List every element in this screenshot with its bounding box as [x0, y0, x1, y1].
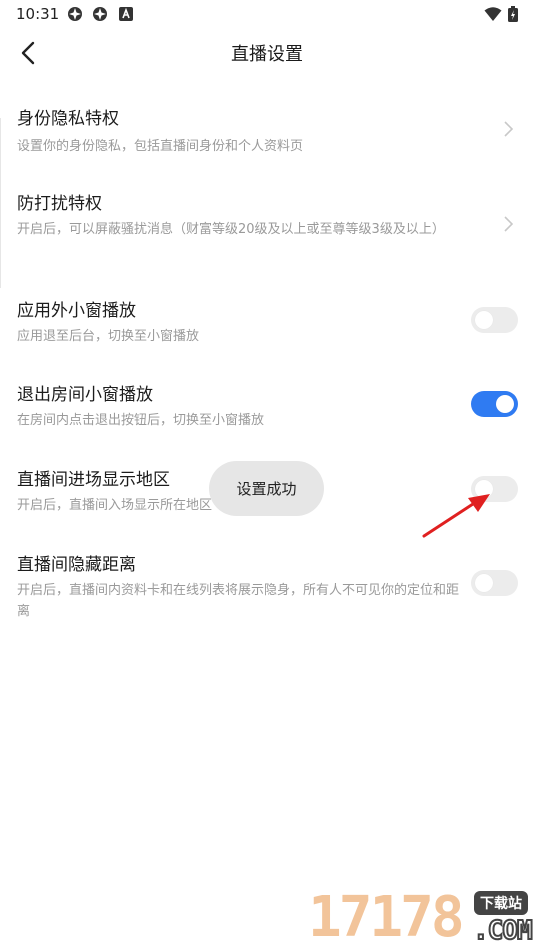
setting-title: 身份隐私特权: [17, 109, 119, 129]
toggle-knob: [475, 311, 493, 329]
page-title: 直播设置: [231, 44, 303, 65]
setting-description: 应用退至后台，切换至小窗播放: [17, 329, 200, 344]
setting-out-of-app-mini-window: 应用外小窗播放 应用退至后台，切换至小窗播放: [0, 292, 534, 352]
hide-distance-toggle[interactable]: [471, 570, 518, 596]
status-time: 10:31: [16, 5, 60, 23]
watermark-badge: 下载站: [474, 891, 528, 915]
watermark-logo: 17178 下载站 .COM: [308, 885, 534, 950]
setting-do-not-disturb[interactable]: 防打扰特权 开启后，可以屏蔽骚扰消息（财富等级20级及以上或至尊等级3级及以上）: [0, 185, 534, 265]
chevron-right-icon: [504, 121, 514, 137]
nav-bar: 直播设置: [0, 28, 534, 76]
setting-description: 设置你的身份隐私，包括直播间身份和个人资料页: [17, 139, 304, 154]
toast-message: 设置成功: [209, 461, 324, 516]
mini-window-app-toggle[interactable]: [471, 307, 518, 333]
watermark-suffix: .COM: [472, 915, 534, 947]
setting-title: 防打扰特权: [17, 194, 102, 214]
battery-charging-icon: [508, 6, 518, 22]
red-arrow-annotation-icon: [422, 494, 490, 538]
setting-title: 退出房间小窗播放: [17, 385, 153, 405]
exit-room-mini-window-toggle[interactable]: [471, 391, 518, 417]
chevron-right-icon: [504, 216, 514, 232]
setting-description: 开启后，直播间内资料卡和在线列表将展示隐身，所有人不可见你的定位和距离: [17, 583, 460, 619]
setting-title: 直播间隐藏距离: [17, 555, 136, 575]
toggle-knob: [475, 574, 493, 592]
app-notification-icon: [68, 7, 82, 21]
status-bar: 10:31: [0, 0, 534, 28]
app-notification-icon: [93, 7, 107, 21]
watermark-digits: 17178: [308, 885, 465, 950]
setting-description: 开启后，可以屏蔽骚扰消息（财富等级20级及以上或至尊等级3级及以上）: [17, 222, 445, 237]
android-icon: [119, 7, 133, 21]
setting-hide-distance: 直播间隐藏距离 开启后，直播间内资料卡和在线列表将展示隐身，所有人不可见你的定位…: [0, 546, 534, 626]
toast-text: 设置成功: [236, 480, 297, 498]
setting-description: 在房间内点击退出按钮后，切换至小窗播放: [17, 413, 265, 428]
toggle-knob: [496, 395, 514, 413]
setting-title: 直播间进场显示地区: [17, 470, 170, 490]
setting-title: 应用外小窗播放: [17, 301, 136, 321]
wifi-icon: [484, 7, 502, 21]
setting-exit-room-mini-window: 退出房间小窗播放 在房间内点击退出按钮后，切换至小窗播放: [0, 376, 534, 436]
setting-identity-privacy[interactable]: 身份隐私特权 设置你的身份隐私，包括直播间身份和个人资料页: [0, 100, 534, 162]
